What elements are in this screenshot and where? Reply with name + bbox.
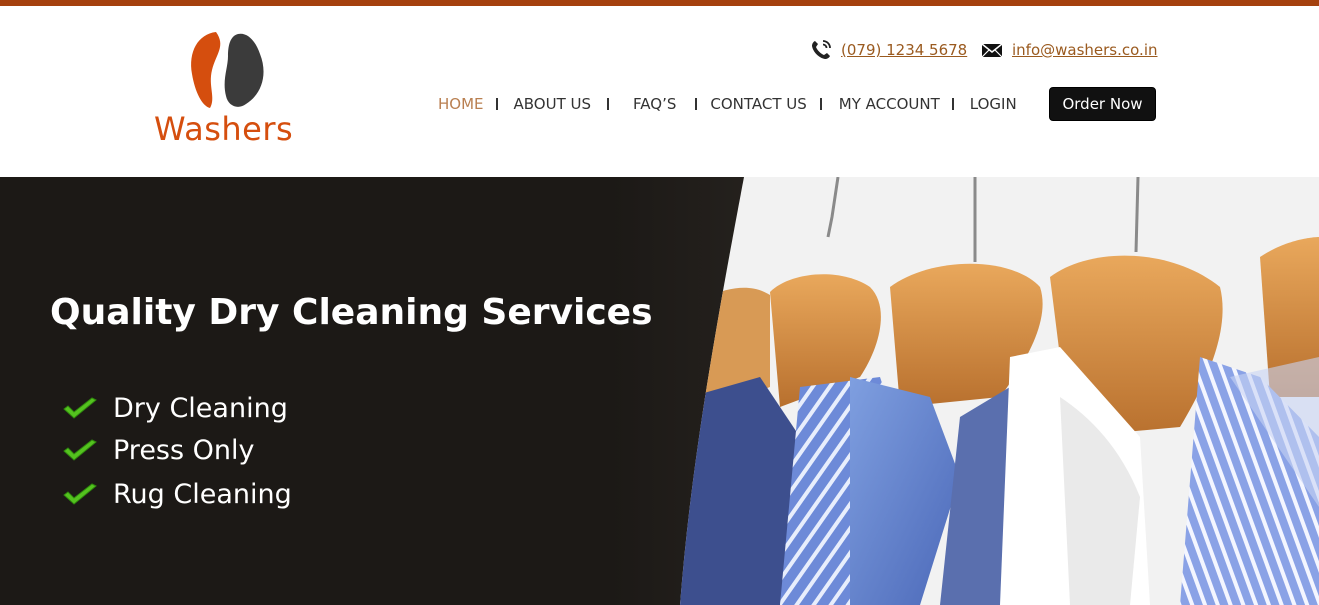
nav-separator xyxy=(951,98,954,110)
nav-separator xyxy=(607,98,610,110)
list-item: Dry Cleaning xyxy=(62,387,292,429)
order-now-button[interactable]: Order Now xyxy=(1049,87,1156,121)
list-item: Rug Cleaning xyxy=(62,473,292,515)
nav-item-home[interactable]: HOME xyxy=(438,95,484,113)
nav-separator xyxy=(695,98,698,110)
phone-contact: (079) 1234 5678 xyxy=(809,38,967,62)
logo[interactable]: Washers xyxy=(150,28,300,153)
nav-item-login[interactable]: LOGIN xyxy=(970,95,1017,113)
main-nav: HOME ABOUT US FAQ’S CONTACT US MY ACCOUN… xyxy=(438,92,1017,116)
phone-link[interactable]: (079) 1234 5678 xyxy=(841,41,967,59)
service-label: Press Only xyxy=(113,434,255,466)
green-check-icon xyxy=(62,394,98,422)
site-header: Washers (079) 1234 5678 info@washers.co.… xyxy=(0,6,1319,177)
email-contact: info@washers.co.in xyxy=(980,38,1158,62)
nav-separator xyxy=(819,98,822,110)
email-link[interactable]: info@washers.co.in xyxy=(1012,41,1158,59)
green-check-icon xyxy=(62,480,98,508)
nav-item-my-account[interactable]: MY ACCOUNT xyxy=(839,95,940,113)
envelope-icon xyxy=(980,38,1004,62)
coffee-bean-logo-icon xyxy=(191,32,264,108)
service-label: Rug Cleaning xyxy=(113,478,292,510)
nav-item-about-us[interactable]: ABOUT US xyxy=(514,95,592,113)
hero-title: Quality Dry Cleaning Services xyxy=(50,292,653,333)
nav-item-faqs[interactable]: FAQ’S xyxy=(633,95,676,113)
logo-text: Washers xyxy=(154,110,294,148)
service-label: Dry Cleaning xyxy=(113,392,288,424)
nav-separator xyxy=(495,98,498,110)
hero-banner: Quality Dry Cleaning Services Dry Cleani… xyxy=(0,177,1319,605)
phone-icon xyxy=(809,38,833,62)
services-list: Dry Cleaning Press Only Rug Cleaning xyxy=(62,387,292,515)
green-check-icon xyxy=(62,436,98,464)
nav-item-contact-us[interactable]: CONTACT US xyxy=(710,95,806,113)
list-item: Press Only xyxy=(62,429,292,471)
